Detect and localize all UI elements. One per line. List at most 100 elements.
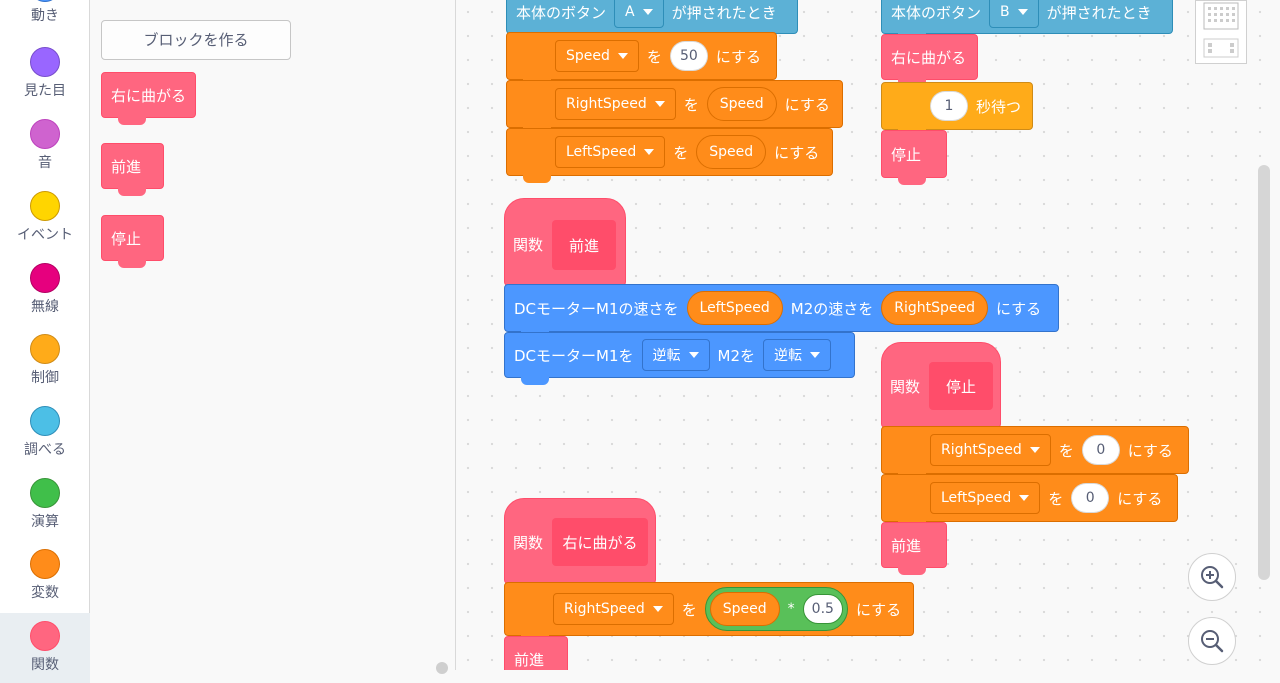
block-text: にする — [715, 47, 762, 66]
category-control[interactable]: 制御 — [0, 334, 90, 406]
button-dropdown[interactable]: A — [614, 0, 664, 28]
set-variable-block[interactable]: RightSpeed を Speed にする — [506, 80, 843, 135]
define-label: 関数 — [513, 236, 544, 254]
hat-text: 本体のボタン — [516, 3, 607, 22]
dropdown-value: RightSpeed — [564, 601, 645, 617]
variable-reporter[interactable]: Speed — [709, 592, 780, 626]
zoom-in-button[interactable] — [1188, 553, 1236, 601]
category-label: 変数 — [31, 585, 59, 601]
block-text: M2を — [717, 346, 756, 365]
variable-dropdown[interactable]: Speed — [555, 40, 639, 72]
block-text: にする — [996, 299, 1042, 318]
set-variable-block[interactable]: Speed を 50 にする — [506, 32, 777, 87]
number-input[interactable]: 0.5 — [802, 594, 843, 624]
when-button-a-pressed-hat[interactable]: 本体のボタン A が押されたとき — [506, 0, 798, 41]
palette-scrollbar[interactable] — [436, 662, 448, 674]
dc-motor-speed-block[interactable]: DCモーターM1の速さを LeftSpeed M2の速さを RightSpeed… — [504, 284, 1059, 339]
dropdown-value: LeftSpeed — [566, 144, 637, 160]
variable-reporter[interactable]: Speed — [696, 135, 767, 169]
variable-reporter[interactable]: Speed — [706, 87, 777, 121]
variable-reporter[interactable]: RightSpeed — [881, 291, 989, 325]
code-workspace[interactable]: 本体のボタン A が押されたとき Speed を 50 にする RightSpe… — [456, 0, 1280, 670]
block-text: を — [646, 47, 662, 66]
category-dot — [30, 334, 60, 364]
variable-dropdown[interactable]: LeftSpeed — [555, 136, 666, 168]
number-input[interactable]: 1 — [930, 91, 968, 121]
caret-down-icon — [688, 352, 699, 358]
direction-dropdown[interactable]: 逆転 — [641, 339, 710, 371]
number-input[interactable]: 50 — [669, 41, 708, 71]
category-dot — [30, 549, 60, 579]
category-label: 調べる — [24, 442, 66, 458]
block-label: 停止 — [891, 145, 922, 164]
wait-seconds-block[interactable]: 1 秒待つ — [881, 82, 1033, 137]
category-looks[interactable]: 見た目 — [0, 47, 90, 119]
category-dot — [30, 47, 60, 77]
hat-text: 本体のボタン — [891, 3, 982, 22]
set-variable-block[interactable]: RightSpeed を 0 にする — [881, 426, 1189, 481]
multiply-operator[interactable]: Speed * 0.5 — [704, 587, 848, 631]
function-prototype: 右に曲がる — [552, 518, 648, 566]
call-forward-block[interactable]: 前進 — [504, 636, 568, 670]
category-dot — [30, 0, 60, 2]
block-label: 停止 — [111, 229, 142, 248]
variable-dropdown[interactable]: LeftSpeed — [930, 482, 1041, 514]
when-button-b-pressed-hat[interactable]: 本体のボタン B が押されたとき — [881, 0, 1173, 41]
block-text: を — [1048, 489, 1064, 508]
palette-block-forward[interactable]: 前進 — [101, 143, 164, 196]
category-label: 音 — [38, 155, 52, 171]
variable-reporter[interactable]: LeftSpeed — [686, 291, 783, 325]
call-forward-block[interactable]: 前進 — [881, 522, 947, 575]
variable-dropdown[interactable]: RightSpeed — [553, 593, 674, 625]
block-label: 前進 — [891, 536, 922, 555]
block-text: にする — [784, 95, 830, 114]
call-turn-right-block[interactable]: 右に曲がる — [881, 34, 978, 87]
variable-dropdown[interactable]: RightSpeed — [930, 434, 1051, 466]
category-label: 無線 — [31, 299, 59, 315]
block-text: にする — [1127, 441, 1173, 460]
palette-block-stop[interactable]: 停止 — [101, 215, 164, 268]
block-label: 右に曲がる — [111, 86, 187, 105]
device-thumbnail[interactable] — [1195, 0, 1247, 64]
caret-down-icon — [642, 9, 653, 15]
category-variables[interactable]: 変数 — [0, 549, 90, 621]
caret-down-icon — [1017, 9, 1028, 15]
direction-dropdown[interactable]: 逆転 — [763, 339, 832, 371]
block-palette: ブロックを作る 右に曲がる 前進 停止 — [90, 0, 456, 674]
palette-block-turn-right[interactable]: 右に曲がる — [101, 72, 196, 125]
call-stop-block[interactable]: 停止 — [881, 130, 947, 185]
dc-motor-direction-block[interactable]: DCモーターM1を 逆転 M2を 逆転 — [504, 332, 855, 385]
number-input[interactable]: 0 — [1081, 435, 1120, 465]
function-prototype: 停止 — [929, 362, 993, 410]
category-label: 動き — [31, 8, 59, 24]
block-text: にする — [855, 600, 902, 619]
category-events[interactable]: イベント — [0, 191, 90, 263]
category-label: 見た目 — [24, 83, 66, 99]
variable-dropdown[interactable]: RightSpeed — [555, 88, 676, 120]
category-functions[interactable]: 関数 — [0, 613, 90, 683]
category-motion[interactable]: 動き — [0, 0, 90, 44]
zoom-out-button[interactable] — [1188, 617, 1236, 665]
set-variable-block[interactable]: LeftSpeed を Speed にする — [506, 128, 833, 183]
block-label: 右に曲がる — [891, 48, 967, 67]
block-text: を — [1058, 441, 1074, 460]
caret-down-icon — [644, 149, 655, 155]
set-variable-block[interactable]: RightSpeed を Speed * 0.5 にする — [504, 582, 914, 643]
dropdown-value: A — [625, 4, 635, 20]
caret-down-icon — [617, 53, 628, 59]
block-text: を — [683, 95, 699, 114]
set-variable-block[interactable]: LeftSpeed を 0 にする — [881, 474, 1178, 529]
function-prototype: 前進 — [552, 220, 616, 270]
workspace-scrollbar[interactable] — [1258, 165, 1270, 580]
button-dropdown[interactable]: B — [989, 0, 1039, 28]
category-dot — [30, 406, 60, 436]
zoom-in-icon — [1201, 566, 1224, 589]
category-dot — [30, 119, 60, 149]
category-sensing[interactable]: 調べる — [0, 406, 90, 478]
make-block-button[interactable]: ブロックを作る — [101, 20, 291, 60]
define-label: 関数 — [513, 534, 544, 552]
category-sound[interactable]: 音 — [0, 119, 90, 191]
category-operators[interactable]: 演算 — [0, 478, 90, 550]
category-radio[interactable]: 無線 — [0, 263, 90, 335]
number-input[interactable]: 0 — [1071, 483, 1110, 513]
